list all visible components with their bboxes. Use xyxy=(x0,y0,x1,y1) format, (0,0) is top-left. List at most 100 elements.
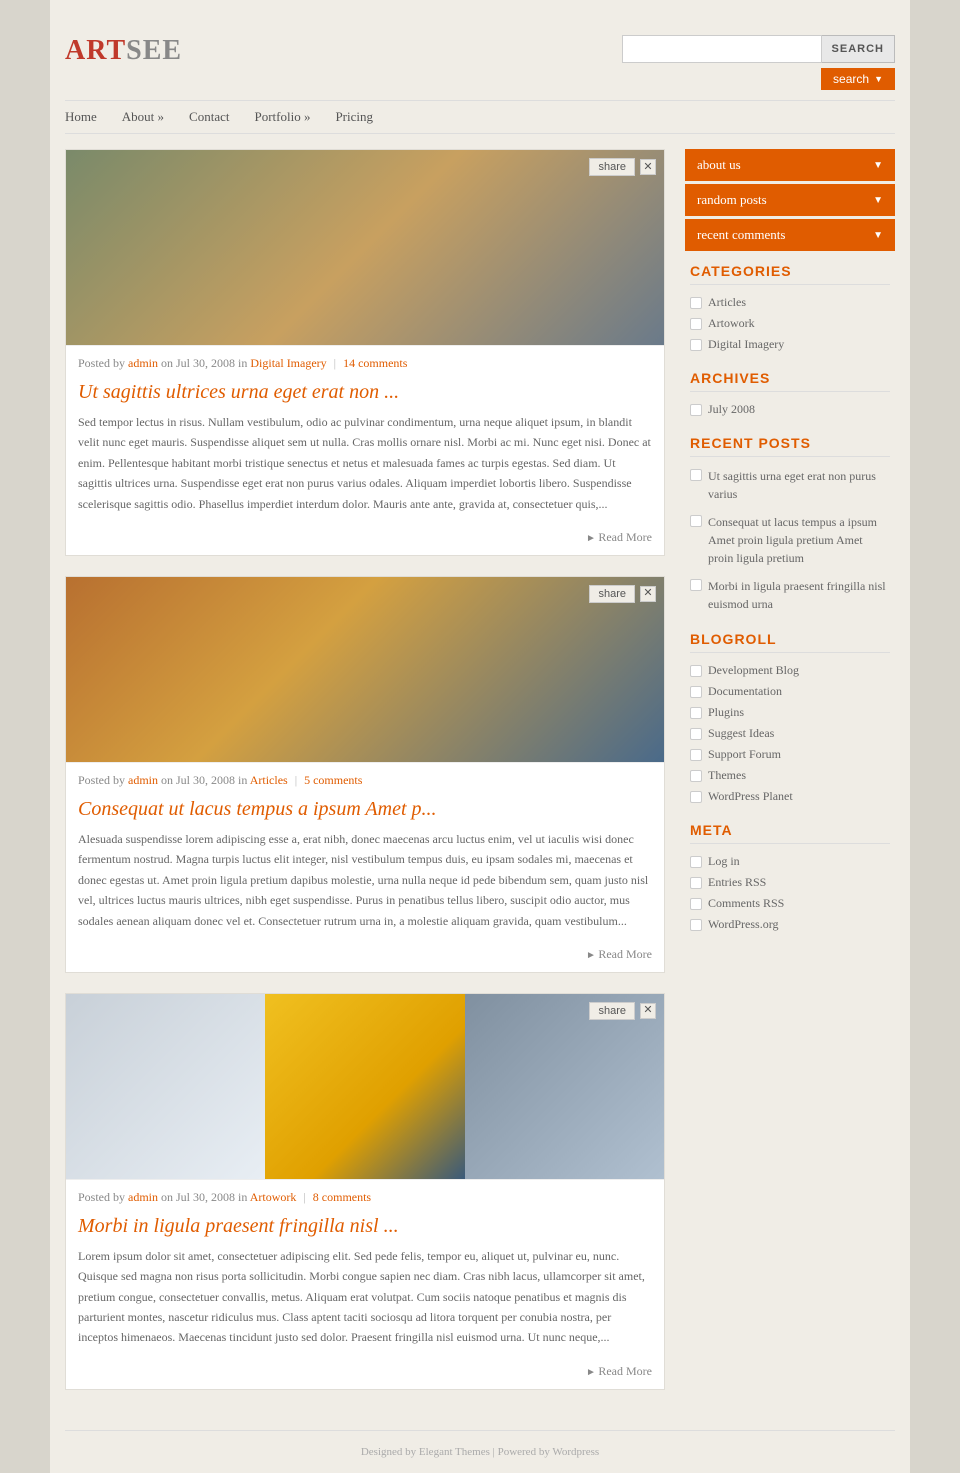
sidebar-archives-list: July 2008 xyxy=(690,402,890,417)
sidebar-blogroll-documentation[interactable]: Documentation xyxy=(708,684,782,699)
sidebar-recent-posts-list: Ut sagittis urna eget erat non purus var… xyxy=(690,467,890,613)
post-1-title: Ut sagittis ultrices urna eget erat non … xyxy=(66,376,664,412)
sidebar-random-posts-arrow-icon: ▼ xyxy=(873,195,883,206)
sidebar-categories-list: Articles Artowork Digital Imagery xyxy=(690,295,890,352)
sidebar-recent-comments-button[interactable]: recent comments ▼ xyxy=(685,219,895,251)
sidebar-recent-comments-label: recent comments xyxy=(697,227,785,243)
post-3-category[interactable]: Artowork xyxy=(250,1190,297,1204)
sidebar-meta-log-in[interactable]: Log in xyxy=(708,854,740,869)
post-2-title-link[interactable]: Consequat ut lacus tempus a ipsum Amet p… xyxy=(78,798,437,820)
list-item: Comments RSS xyxy=(690,896,890,911)
post-3-image-part-b xyxy=(265,994,464,1179)
list-item: July 2008 xyxy=(690,402,890,417)
list-item: Documentation xyxy=(690,684,890,699)
main-nav: Home About » Contact Portfolio » Pricing xyxy=(65,100,895,134)
nav-pricing[interactable]: Pricing xyxy=(335,109,373,125)
post-3-title-link[interactable]: Morbi in ligula praesent fringilla nisl … xyxy=(78,1215,399,1237)
post-2-actions: share ✕ xyxy=(589,585,656,603)
nav-about[interactable]: About » xyxy=(122,109,164,125)
post-2-close-button[interactable]: ✕ xyxy=(640,586,656,602)
post-2-read-more-link[interactable]: Read More xyxy=(586,947,652,961)
post-2-category[interactable]: Articles xyxy=(250,773,288,787)
search-area: SEARCH search xyxy=(622,35,895,90)
post-1: share ✕ Posted by admin on Jul 30, 2008 … xyxy=(65,149,665,556)
sidebar-blogroll-title: BLOGROLL xyxy=(690,631,890,653)
sidebar-blogroll-suggest-ideas[interactable]: Suggest Ideas xyxy=(708,726,774,741)
sidebar-recent-post-1[interactable]: Ut sagittis urna eget erat non purus var… xyxy=(708,467,890,503)
list-item: WordPress.org xyxy=(690,917,890,932)
post-1-close-button[interactable]: ✕ xyxy=(640,159,656,175)
post-1-read-more-link[interactable]: Read More xyxy=(586,530,652,544)
list-item: Suggest Ideas xyxy=(690,726,890,741)
sidebar-meta-wordpress-org[interactable]: WordPress.org xyxy=(708,917,778,932)
post-2-body: Alesuada suspendisse lorem adipiscing es… xyxy=(66,829,664,941)
post-2-author[interactable]: admin xyxy=(128,773,158,787)
post-1-share-button[interactable]: share xyxy=(589,158,635,176)
post-1-author[interactable]: admin xyxy=(128,356,158,370)
list-item: Articles xyxy=(690,295,890,310)
sidebar-blogroll: BLOGROLL Development Blog Documentation … xyxy=(685,631,895,804)
sidebar-category-articles[interactable]: Articles xyxy=(708,295,746,310)
post-1-body: Sed tempor lectus in risus. Nullam vesti… xyxy=(66,412,664,524)
list-item: Log in xyxy=(690,854,890,869)
sidebar-about-us-label: about us xyxy=(697,157,741,173)
sidebar-categories-title: CATEGORIES xyxy=(690,263,890,285)
sidebar-recent-posts: RECENT POSTS Ut sagittis urna eget erat … xyxy=(685,435,895,613)
post-3-share-button[interactable]: share xyxy=(589,1002,635,1020)
content-area: share ✕ Posted by admin on Jul 30, 2008 … xyxy=(65,149,665,1410)
post-3-read-more-link[interactable]: Read More xyxy=(586,1364,652,1378)
sidebar-about-us-button[interactable]: about us ▼ xyxy=(685,149,895,181)
sidebar-about-us-arrow-icon: ▼ xyxy=(873,160,883,171)
sidebar-archive-july-2008[interactable]: July 2008 xyxy=(708,402,755,417)
list-item: Development Blog xyxy=(690,663,890,678)
list-item: Entries RSS xyxy=(690,875,890,890)
post-2-meta-prefix: Posted by xyxy=(78,773,125,787)
post-2-read-more: Read More xyxy=(66,941,664,972)
sidebar-blogroll-plugins[interactable]: Plugins xyxy=(708,705,744,720)
post-3-author[interactable]: admin xyxy=(128,1190,158,1204)
footer: Designed by Elegant Themes | Powered by … xyxy=(65,1430,895,1473)
sidebar-blogroll-list: Development Blog Documentation Plugins S… xyxy=(690,663,890,804)
footer-text: Designed by Elegant Themes | Powered by … xyxy=(361,1446,599,1458)
sidebar-meta-entries-rss[interactable]: Entries RSS xyxy=(708,875,766,890)
sidebar-recent-comments-arrow-icon: ▼ xyxy=(873,230,883,241)
post-2-image xyxy=(66,577,664,762)
nav-home[interactable]: Home xyxy=(65,109,97,125)
post-1-title-link[interactable]: Ut sagittis ultrices urna eget erat non … xyxy=(78,381,399,403)
main-layout: share ✕ Posted by admin on Jul 30, 2008 … xyxy=(65,134,895,1410)
sidebar-blogroll-support-forum[interactable]: Support Forum xyxy=(708,747,781,762)
search-button[interactable]: SEARCH xyxy=(822,35,895,63)
list-item: Themes xyxy=(690,768,890,783)
post-2-share-button[interactable]: share xyxy=(589,585,635,603)
post-3-read-more: Read More xyxy=(66,1358,664,1389)
sidebar-recent-post-2[interactable]: Consequat ut lacus tempus a ipsum Amet p… xyxy=(708,513,890,567)
sidebar-blogroll-dev-blog[interactable]: Development Blog xyxy=(708,663,799,678)
post-2-meta: Posted by admin on Jul 30, 2008 in Artic… xyxy=(66,762,664,793)
post-3: share ✕ Posted by admin on Jul 30, 2008 … xyxy=(65,993,665,1390)
post-1-category[interactable]: Digital Imagery xyxy=(250,356,326,370)
sidebar-random-posts-button[interactable]: random posts ▼ xyxy=(685,184,895,216)
post-1-sep: | xyxy=(334,356,336,370)
post-2-meta-date: on Jul 30, 2008 in xyxy=(161,773,247,787)
sidebar-recent-post-3[interactable]: Morbi in ligula praesent fringilla nisl … xyxy=(708,577,890,613)
post-3-meta-date: on Jul 30, 2008 in xyxy=(161,1190,247,1204)
post-3-close-button[interactable]: ✕ xyxy=(640,1003,656,1019)
nav-contact[interactable]: Contact xyxy=(189,109,229,125)
post-1-meta: Posted by admin on Jul 30, 2008 in Digit… xyxy=(66,345,664,376)
sidebar-category-digital-imagery[interactable]: Digital Imagery xyxy=(708,337,784,352)
list-item: Morbi in ligula praesent fringilla nisl … xyxy=(690,577,890,613)
post-1-actions: share ✕ xyxy=(589,158,656,176)
post-3-meta: Posted by admin on Jul 30, 2008 in Artow… xyxy=(66,1179,664,1210)
post-1-comments[interactable]: 14 comments xyxy=(343,356,407,370)
sidebar-blogroll-themes[interactable]: Themes xyxy=(708,768,746,783)
post-2-comments[interactable]: 5 comments xyxy=(304,773,362,787)
sidebar-meta-comments-rss[interactable]: Comments RSS xyxy=(708,896,784,911)
nav-portfolio[interactable]: Portfolio » xyxy=(254,109,310,125)
sidebar-category-artowork[interactable]: Artowork xyxy=(708,316,755,331)
search-dropdown-button[interactable]: search xyxy=(821,68,895,90)
list-item: Digital Imagery xyxy=(690,337,890,352)
sidebar-blogroll-wordpress-planet[interactable]: WordPress Planet xyxy=(708,789,793,804)
post-3-comments[interactable]: 8 comments xyxy=(313,1190,371,1204)
post-3-body: Lorem ipsum dolor sit amet, consectetuer… xyxy=(66,1246,664,1358)
search-input[interactable] xyxy=(622,35,822,63)
